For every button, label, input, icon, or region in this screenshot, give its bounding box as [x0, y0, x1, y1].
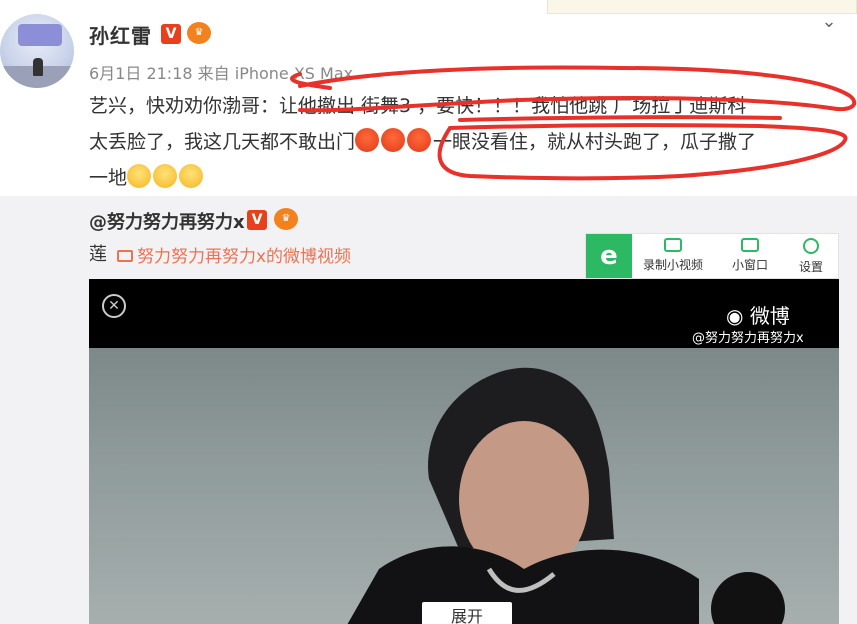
video-player[interactable]: ✕ ◉ 微博 @努力努力再努力x 展开	[89, 279, 839, 624]
username[interactable]: 孙红雷	[89, 20, 152, 49]
yawn-emoji	[127, 164, 152, 188]
watermark-handle: @努力努力再努力x	[692, 331, 804, 346]
record-icon	[664, 238, 682, 252]
avatar-figure	[33, 58, 43, 76]
avatar[interactable]	[0, 14, 74, 88]
yawn-emoji	[179, 164, 204, 188]
video-person	[347, 367, 699, 624]
crown-badge-icon: ♛	[187, 22, 211, 44]
repost-author[interactable]: @努力努力再努力x	[89, 208, 245, 234]
video-link-label[interactable]: 努力努力再努力x的微博视频	[137, 247, 351, 267]
post-text-line-2: 太丢脸了，我这几天都不敢出门 一眼没看住，就从村头跑了，瓜子撒了	[89, 124, 829, 160]
top-notice-bar	[547, 0, 857, 14]
video-link[interactable]: 努力努力再努力x的微博视频	[117, 242, 351, 267]
repost-text: 莲	[89, 244, 107, 265]
post-text-line-1: 艺兴，快劝劝你渤哥：让他撤出 街舞3 ，要快！！！我怕他跳 广场拉丁迪斯科	[89, 95, 747, 117]
weibo-player-logo-icon: e	[586, 234, 632, 278]
repost-card: @努力努力再努力x V ♛ 莲 努力努力再努力x的微博视频 e 录制小视频 小窗…	[0, 196, 857, 624]
post-text-line-2a: 太丢脸了，我这几天都不敢出门	[89, 131, 356, 153]
angry-emoji	[407, 128, 432, 152]
post-text: 艺兴，快劝劝你渤哥：让他撤出 街舞3 ，要快！！！我怕他跳 广场拉丁迪斯科 太丢…	[89, 88, 829, 196]
weibo-logo-icon: ◉	[726, 304, 744, 328]
chevron-down-icon[interactable]: ⌄	[819, 13, 839, 31]
post-text-line-2b: 一眼没看住，就从村头跑了，瓜子撒了	[433, 131, 757, 153]
mini-window-button[interactable]: 小窗口	[724, 238, 776, 273]
settings-gear-icon	[803, 238, 819, 254]
settings-button[interactable]: 设置	[790, 238, 832, 275]
video-camera-icon	[117, 250, 133, 262]
repost-verified-badge: V	[247, 210, 267, 230]
post-source: 来自 iPhone XS Max	[197, 64, 354, 83]
record-video-button[interactable]: 录制小视频	[638, 238, 708, 273]
close-icon[interactable]: ✕	[102, 294, 126, 318]
expand-button[interactable]: 展开	[422, 602, 512, 624]
repost-crown-badge-icon: ♛	[274, 208, 298, 230]
post-time[interactable]: 6月1日 21:18	[89, 64, 193, 83]
angry-emoji	[355, 128, 380, 152]
video-toolbar: e 录制小视频 小窗口 设置	[585, 233, 839, 279]
record-label: 录制小视频	[642, 258, 703, 272]
post-text-line-3: 一地	[89, 160, 829, 196]
avatar-sticker	[18, 24, 62, 46]
yawn-emoji	[153, 164, 178, 188]
post-text-line-3-text: 一地	[89, 167, 128, 189]
mini-window-icon	[741, 238, 759, 252]
mini-window-label: 小窗口	[731, 258, 768, 272]
verified-badge: V	[161, 24, 181, 44]
angry-emoji	[381, 128, 406, 152]
watermark-text: 微博	[749, 304, 790, 328]
settings-label: 设置	[798, 260, 823, 274]
weibo-watermark: ◉ 微博	[726, 300, 790, 329]
post-meta: 6月1日 21:18 来自 iPhone XS Max	[89, 60, 353, 84]
